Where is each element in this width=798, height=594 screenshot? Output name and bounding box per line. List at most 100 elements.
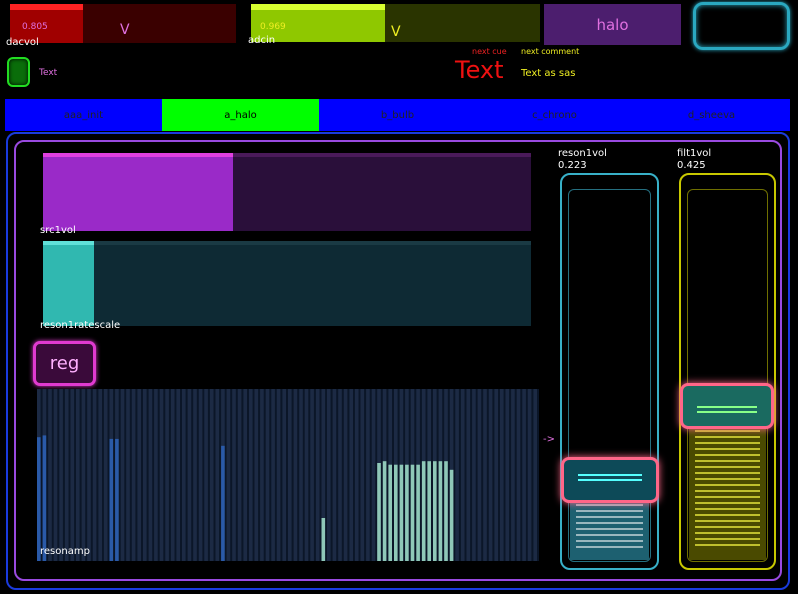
resonamp-bar-bg xyxy=(288,389,292,561)
resonamp-bar-bg xyxy=(265,389,270,561)
resonamp-bar-bg xyxy=(131,389,136,561)
resonamp-bar-bg xyxy=(193,389,197,561)
resonamp-bar-bg xyxy=(103,389,108,561)
resonamp-bar xyxy=(42,435,47,561)
resonamp-bar xyxy=(221,445,225,561)
tab-label: a_halo xyxy=(224,109,257,121)
src1vol-cap xyxy=(43,153,233,157)
tab-label: aaa_init xyxy=(63,109,104,121)
adcin-label: adcin xyxy=(248,35,276,46)
resonamp-bar xyxy=(115,438,119,561)
src1vol-fill xyxy=(43,153,233,231)
resonamp-bar-bg xyxy=(209,389,214,561)
resonamp-bar-bg xyxy=(511,389,515,561)
resonamp-bar-bg xyxy=(70,389,75,561)
resonamp-bar-bg xyxy=(366,389,370,561)
filt1vol-handle-line xyxy=(697,406,757,416)
reson1vol-fader[interactable] xyxy=(560,173,659,570)
dacvol-cap xyxy=(10,4,83,10)
src1vol-slider[interactable] xyxy=(43,153,531,231)
resonamp-bar-bg xyxy=(249,389,253,561)
reson1ratescale-slider[interactable] xyxy=(43,241,531,326)
resonamp-bar-bg xyxy=(243,389,247,561)
resonamp-bar-bg xyxy=(338,389,342,561)
resonamp-bar-bg xyxy=(159,389,164,561)
reson1vol-value: 0.223 xyxy=(558,160,587,171)
dacvol-label: dacvol xyxy=(6,37,39,48)
resonamp-bar-bg xyxy=(64,389,69,561)
reson1vol-arrow: -> xyxy=(543,434,555,445)
dacvol-value: 0.805 xyxy=(22,22,48,32)
resonamp-bar-bg xyxy=(276,389,281,561)
green-toggle-text: Text xyxy=(39,68,58,78)
resonamp-bar xyxy=(399,464,404,561)
resonamp-bar xyxy=(394,464,398,561)
reson1ratescale-fill xyxy=(43,241,94,326)
resonamp-bar-bg xyxy=(92,389,97,561)
resonamp-bar-bg xyxy=(182,389,186,561)
resonamp-bar-bg xyxy=(522,389,526,561)
resonamp-display[interactable] xyxy=(37,389,539,561)
resonamp-bar xyxy=(427,461,431,561)
resonamp-bar-bg xyxy=(59,389,63,561)
halo-button[interactable]: halo xyxy=(544,4,681,45)
adcin-slider[interactable]: 0.969 V xyxy=(251,4,540,42)
tab-c-chrono[interactable]: c_chrono xyxy=(476,99,633,131)
reson1ratescale-cap xyxy=(43,241,94,245)
resonamp-bar-bg xyxy=(237,389,242,561)
resonamp-bar-bg xyxy=(527,389,532,561)
cue-text: Text xyxy=(455,56,504,84)
resonamp-bar xyxy=(382,461,387,561)
cyan-toggle-box[interactable] xyxy=(693,2,790,50)
resonamp-bar-bg xyxy=(505,389,510,561)
tab-aaa-init[interactable]: aaa_init xyxy=(5,99,162,131)
tab-label: b_bulb xyxy=(380,109,415,121)
adcin-v-label: V xyxy=(391,24,401,40)
resonamp-bar xyxy=(416,464,420,561)
filt1vol-fader[interactable] xyxy=(679,173,776,570)
green-toggle-button[interactable] xyxy=(7,57,30,87)
tab-a-halo[interactable]: a_halo xyxy=(162,99,319,131)
resonamp-bar-bg xyxy=(154,389,158,561)
resonamp-bar-bg xyxy=(187,389,192,561)
resonamp-bar-bg xyxy=(81,389,86,561)
next-comment-label: next comment xyxy=(521,47,580,56)
resonamp-bar-bg xyxy=(533,389,537,561)
src1vol-label: src1vol xyxy=(40,225,76,236)
tab-d-sheeva[interactable]: d_sheeva xyxy=(633,99,790,131)
resonamp-bar-bg xyxy=(204,389,208,561)
resonamp-bar-bg xyxy=(53,389,58,561)
reg-button[interactable]: reg xyxy=(33,341,96,386)
tab-label: d_sheeva xyxy=(687,109,736,121)
filt1vol-fill-lines xyxy=(695,424,760,550)
filt1vol-label: filt1vol xyxy=(677,148,712,159)
filt1vol-value: 0.425 xyxy=(677,160,706,171)
resonamp-bar-bg xyxy=(254,389,259,561)
tab-b-bulb[interactable]: b_bulb xyxy=(319,99,476,131)
resonamp-bar xyxy=(433,461,437,561)
resonamp-bar xyxy=(449,469,454,561)
next-cue-label: next cue xyxy=(472,47,507,56)
resonamp-bar xyxy=(405,464,409,561)
reson1ratescale-label: reson1ratescale xyxy=(40,320,121,331)
reson1vol-label: reson1vol xyxy=(558,148,607,159)
resonamp-bar-bg xyxy=(137,389,141,561)
resonamp-bar-bg xyxy=(120,389,125,561)
resonamp-bar-bg xyxy=(310,389,314,561)
dacvol-slider[interactable]: 0.805 V xyxy=(10,4,236,43)
resonamp-bar-bg xyxy=(271,389,275,561)
resonamp-bar xyxy=(421,461,426,561)
resonamp-bar xyxy=(388,464,392,561)
resonamp-bar-bg xyxy=(483,389,487,561)
tab-bar: aaa_init a_halo b_bulb c_chrono d_sheeva xyxy=(5,99,790,131)
comment-text: Text as sas xyxy=(521,68,576,79)
resonamp-bar-bg xyxy=(315,389,320,561)
resonamp-bar xyxy=(37,437,41,561)
resonamp-bar-bg xyxy=(226,389,231,561)
reson1vol-handle[interactable] xyxy=(561,457,659,503)
filt1vol-handle[interactable] xyxy=(680,383,774,429)
resonamp-bar-bg xyxy=(371,389,376,561)
resonamp-bar xyxy=(321,518,326,561)
resonamp-bar-bg xyxy=(260,389,264,561)
resonamp-bar-bg xyxy=(176,389,180,561)
